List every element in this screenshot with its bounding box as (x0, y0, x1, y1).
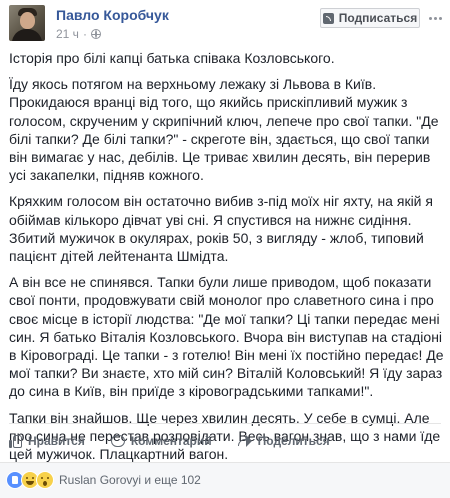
post-paragraph: Історія про білі капці батька співака Ко… (9, 50, 335, 66)
share-arrow-icon (237, 435, 252, 447)
wow-reaction-icon (36, 471, 54, 489)
post-paragraph: Їду якось потягом на верхньому лежаку зі… (9, 76, 439, 184)
comment-bubble-icon (110, 435, 125, 447)
actions-divider (9, 423, 441, 424)
post-paragraph: А він все не спинявся. Тапки були лише п… (9, 274, 444, 400)
author-name[interactable]: Павло Коробчук (56, 7, 169, 23)
reactions-bar: Ruslan Gorovyi и еще 102 (0, 462, 450, 498)
like-button-label: Нравится (28, 434, 85, 448)
reactions-summary[interactable]: Ruslan Gorovyi и еще 102 (6, 471, 201, 489)
comment-button[interactable]: Комментарий (110, 427, 212, 455)
post-actions: Нравится Комментарий Поделиться (9, 427, 441, 455)
share-button[interactable]: Поделиться (237, 427, 330, 455)
share-button-label: Поделиться (257, 434, 330, 448)
avatar-shoulders (12, 29, 42, 41)
post-header: Павло Коробчук 21 ч · Подписаться (0, 0, 450, 46)
thumbs-up-icon (9, 434, 22, 448)
post-paragraph: Кряхким голосом він остаточно вибив з-пі… (9, 193, 433, 265)
author-avatar[interactable] (9, 5, 45, 41)
post-body: Історія про білі капці батька співака Ко… (9, 49, 447, 471)
meta-separator: · (82, 27, 87, 41)
more-options-icon[interactable] (426, 10, 444, 26)
follow-button-label: Подписаться (338, 11, 418, 25)
facebook-post: Павло Коробчук 21 ч · Подписаться Історі… (0, 0, 450, 498)
post-meta: 21 ч · (56, 27, 101, 41)
rss-icon (322, 12, 334, 24)
post-time[interactable]: 21 ч (56, 27, 79, 41)
comment-button-label: Комментарий (130, 434, 212, 448)
globe-icon[interactable] (90, 29, 101, 39)
like-button[interactable]: Нравится (9, 427, 85, 455)
reactions-count-label[interactable]: Ruslan Gorovyi и еще 102 (59, 473, 201, 487)
avatar-face (20, 12, 35, 29)
follow-button[interactable]: Подписаться (320, 8, 420, 28)
